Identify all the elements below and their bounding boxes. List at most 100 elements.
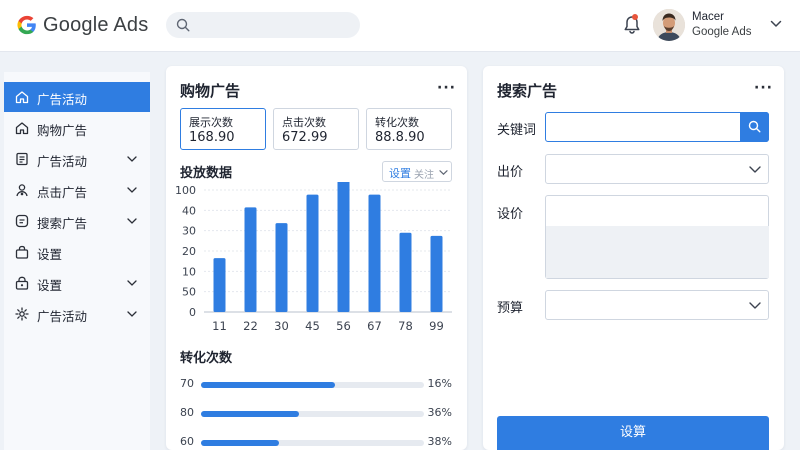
chart-bar <box>368 194 381 312</box>
metric-clicks[interactable]: 点击次数 672.99 <box>273 108 359 150</box>
dropdown-sub-label: 关注 <box>414 170 434 181</box>
chart-bar <box>430 235 443 312</box>
search-icon <box>748 120 761 133</box>
x-tick-label: 45 <box>305 319 320 333</box>
metric-label: 点击次数 <box>282 116 326 129</box>
keyword-search-button[interactable] <box>740 112 769 142</box>
y-tick-label: 10 <box>182 265 196 278</box>
home-icon <box>15 122 29 135</box>
bid-select[interactable] <box>545 154 769 184</box>
x-tick-label: 30 <box>274 319 289 333</box>
y-tick-label: 50 <box>182 286 196 299</box>
card-title: 搜索广告 <box>497 82 558 100</box>
google-ads-logo[interactable]: Google Ads <box>16 12 148 38</box>
chevron-down-icon[interactable] <box>770 20 782 28</box>
metric-value: 672.99 <box>282 130 328 145</box>
keyword-label: 关键词 <box>497 123 537 138</box>
progress-value: 16% <box>427 377 452 390</box>
chevron-down-icon <box>749 302 761 309</box>
metric-conversions[interactable]: 转化次数 88.8.90 <box>366 108 452 150</box>
notification-dot <box>632 14 638 20</box>
progress-label: 70 <box>180 377 194 390</box>
user-account-label: Google Ads <box>692 26 752 38</box>
search-doc-icon <box>15 214 29 228</box>
y-tick-label: 20 <box>182 245 196 258</box>
chevron-down-icon <box>127 311 137 317</box>
sidebar-item-search-ads[interactable]: 搜索广告 <box>4 206 150 236</box>
textarea-shaded-area <box>546 226 769 278</box>
sidebar-item-campaigns-3[interactable]: 广告活动 <box>4 299 150 329</box>
chart-bar <box>275 223 288 312</box>
sidebar-item-label: 购物广告 <box>37 123 88 138</box>
lock-icon <box>15 276 29 290</box>
avatar-portrait-icon <box>653 9 685 41</box>
document-icon <box>16 152 28 166</box>
y-tick-label: 30 <box>182 225 196 238</box>
x-tick-label: 78 <box>398 319 413 333</box>
x-tick-label: 99 <box>429 319 444 333</box>
logo-text: Google Ads <box>43 13 149 36</box>
sidebar-item-label: 搜索广告 <box>37 216 88 231</box>
chevron-down-icon <box>127 156 137 162</box>
progress-label: 60 <box>180 435 194 448</box>
chevron-down-icon <box>439 170 448 175</box>
metric-value: 88.8.90 <box>375 130 425 145</box>
sidebar-item-shopping-ads[interactable]: 购物广告 <box>4 113 150 143</box>
budget-label: 预算 <box>497 301 524 316</box>
chart-settings-dropdown[interactable]: 设置 关注 <box>382 161 452 182</box>
progress-value: 36% <box>427 406 452 419</box>
sidebar-item-label: 广告活动 <box>37 154 88 169</box>
chevron-down-icon <box>127 218 137 224</box>
chart-bar <box>213 258 226 312</box>
delivery-bar-chart: 100 40 30 20 10 50 0 11 22 30 45 56 67 78 99 <box>175 182 452 333</box>
metric-impressions[interactable]: 展示次数 168.90 <box>180 108 266 150</box>
y-tick-label: 40 <box>182 204 196 217</box>
sidebar-item-click-ads[interactable]: 点击广告 <box>4 175 150 205</box>
chevron-down-icon <box>749 166 761 173</box>
y-tick-label: 100 <box>175 184 196 197</box>
sidebar-item-label: 点击广告 <box>37 185 88 200</box>
chart-bar <box>306 194 319 312</box>
metric-value: 168.90 <box>189 130 235 145</box>
gear-icon <box>15 307 29 321</box>
progress-track <box>201 411 424 417</box>
more-options-button[interactable]: ··· <box>754 80 773 96</box>
google-g-icon <box>17 15 36 35</box>
progress-fill <box>201 440 280 446</box>
user-group-icon <box>16 184 28 197</box>
sidebar-item-label: 设置 <box>37 247 63 262</box>
budget-select[interactable] <box>545 290 769 320</box>
progress-label: 80 <box>180 406 194 419</box>
avatar[interactable] <box>653 9 685 41</box>
progress-value: 38% <box>427 435 452 448</box>
submit-button[interactable]: 设算 <box>497 416 769 450</box>
chevron-down-icon <box>127 280 137 286</box>
sidebar-item-label: 设置 <box>37 278 63 293</box>
y-tick-label: 0 <box>189 306 196 319</box>
home-icon <box>15 91 29 104</box>
conversion-title: 转化次数 <box>180 351 233 366</box>
chart-bar <box>399 232 412 312</box>
set-price-label: 设价 <box>497 207 524 222</box>
keyword-input[interactable] <box>545 112 769 142</box>
metric-label: 展示次数 <box>189 116 233 129</box>
bag-icon <box>15 245 29 259</box>
search-input[interactable] <box>166 12 360 38</box>
user-name: Macer <box>692 11 724 23</box>
progress-row: 60 38% <box>180 435 456 449</box>
dropdown-label: 设置 <box>389 167 411 180</box>
sidebar: 广告活动 购物广告 广告活动 点击广告 搜索广告 设置 设置 广告活动 <box>4 72 150 450</box>
progress-fill <box>201 411 300 417</box>
sidebar-item-settings[interactable]: 设置 <box>4 237 150 267</box>
progress-track <box>201 382 424 388</box>
search-icon <box>176 18 190 32</box>
chart-bar <box>244 207 257 312</box>
sidebar-item-campaigns[interactable]: 广告活动 <box>4 82 150 112</box>
sidebar-item-campaigns-2[interactable]: 广告活动 <box>4 144 150 174</box>
progress-track <box>201 440 424 446</box>
more-options-button[interactable]: ··· <box>437 80 456 96</box>
bid-label: 出价 <box>497 165 524 180</box>
x-tick-label: 56 <box>336 319 351 333</box>
sidebar-item-settings-2[interactable]: 设置 <box>4 268 150 298</box>
top-header: Google Ads Macer Google Ads <box>0 0 800 52</box>
